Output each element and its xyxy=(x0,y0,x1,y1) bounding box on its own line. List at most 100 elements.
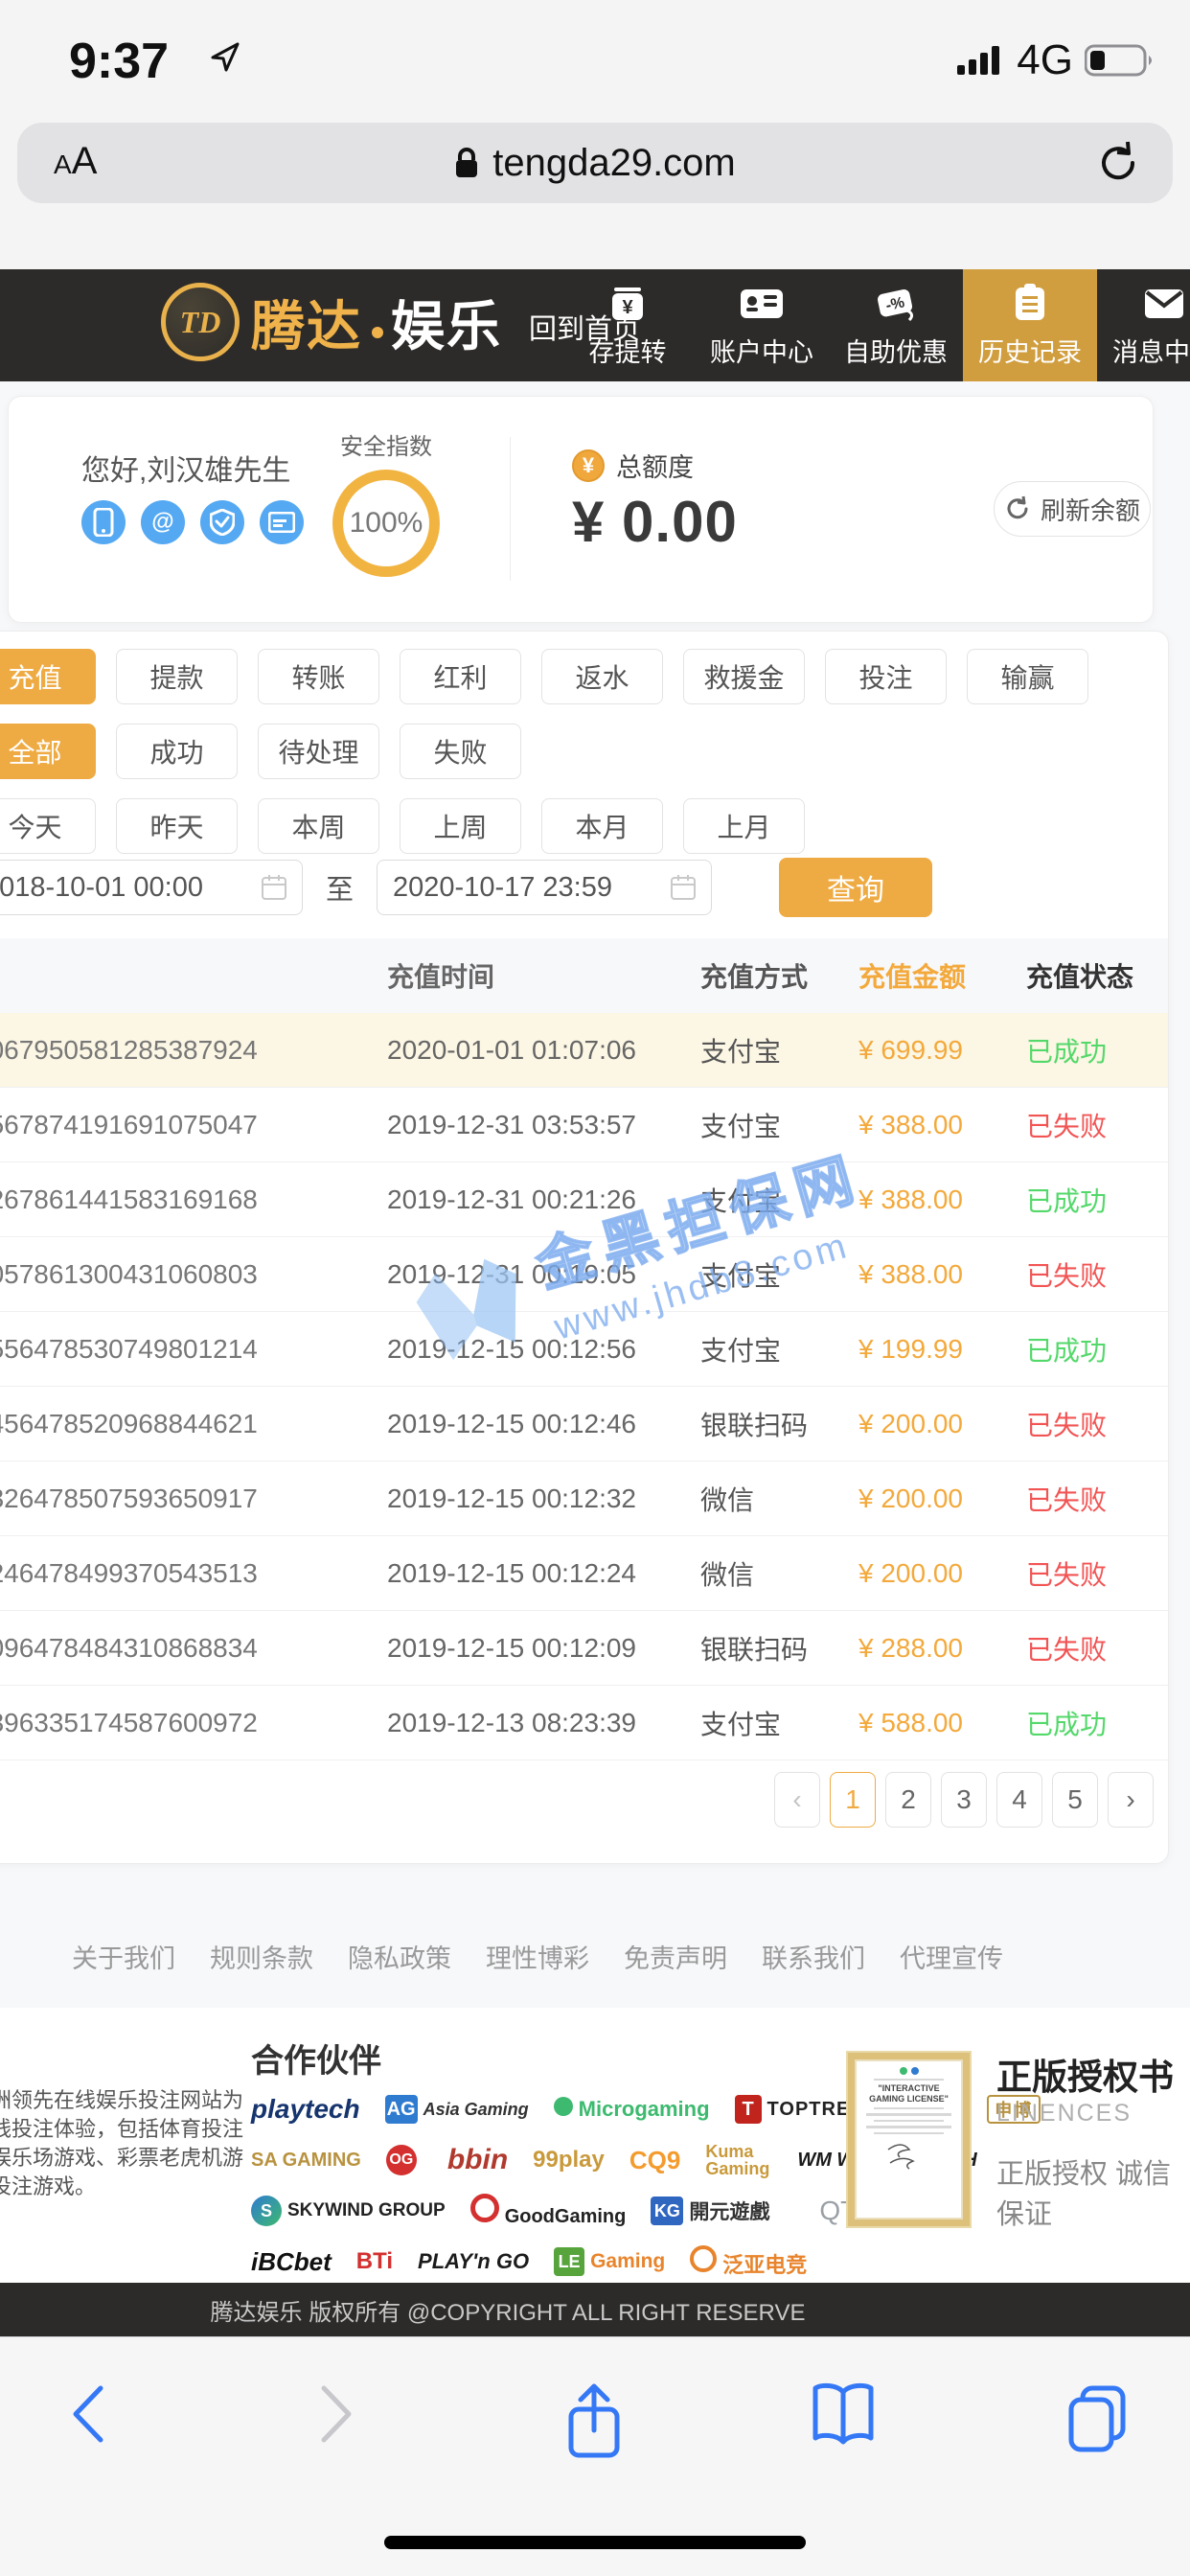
filter-date-this-week[interactable]: 本周 xyxy=(258,798,379,854)
back-button[interactable] xyxy=(64,2380,114,2448)
status-badge: 已失败 xyxy=(1026,1480,1169,1518)
about-text: 洲领先在线娱乐投注网站为 线投注体验，包括体育投注 娱乐场游戏、彩票老虎机游 投… xyxy=(0,2086,243,2201)
tabs-button[interactable] xyxy=(1062,2380,1133,2453)
refresh-balance-button[interactable]: 刷新余额 xyxy=(994,481,1151,537)
partner-logo-99play: 99play xyxy=(533,2147,605,2174)
history-record-icon xyxy=(1011,282,1049,324)
partner-logo-bbin: bbin xyxy=(447,2144,508,2176)
copyright-bar: 腾达娱乐 版权所有 @COPYRIGHT ALL RIGHT RESERVE xyxy=(0,2283,1190,2336)
partner-logo-og: OG xyxy=(386,2145,423,2175)
filter-type-transfer[interactable]: 转账 xyxy=(258,649,379,704)
search-button[interactable]: 查询 xyxy=(779,858,932,917)
footer-link-disclaimer[interactable]: 免责声明 xyxy=(622,1938,729,1975)
footer-link-rules[interactable]: 规则条款 xyxy=(208,1938,315,1975)
table-row: 3567874191691075047 2019-12-31 03:53:57 … xyxy=(0,1088,1169,1162)
filter-date-last-week[interactable]: 上周 xyxy=(400,798,521,854)
partner-logo-ibcbet: iBCbet xyxy=(251,2247,332,2277)
col-method: 充值方式 xyxy=(700,956,858,995)
partner-logo-bti: BTi xyxy=(356,2248,393,2275)
email-verified-icon[interactable]: @ xyxy=(141,500,185,544)
bank-card-icon[interactable] xyxy=(260,500,304,544)
col-time: 充值时间 xyxy=(387,956,700,995)
location-arrow-icon xyxy=(209,40,241,78)
start-date-input[interactable]: 2018-10-01 00:00 xyxy=(0,860,303,915)
pagination: ‹ 1 2 3 4 5 › xyxy=(774,1772,1154,1828)
order-number: 3567874191691075047 xyxy=(0,1110,387,1140)
address-bar[interactable]: AA tengda29.com xyxy=(17,123,1173,203)
filter-type-rescue[interactable]: 救援金 xyxy=(683,649,805,704)
filter-date-yesterday[interactable]: 昨天 xyxy=(116,798,238,854)
table-body: 7067950581285387924 2020-01-01 01:07:06 … xyxy=(0,1013,1169,1760)
status-badge: 已成功 xyxy=(1026,1031,1169,1070)
filter-type-recharge[interactable]: 充值 xyxy=(0,649,96,704)
reload-button[interactable] xyxy=(1098,140,1140,191)
date-range-row: 2018-10-01 00:00 至 2020-10-17 23:59 查询 xyxy=(0,858,932,917)
order-number: 2456478520968844621 xyxy=(0,1409,387,1439)
header-nav: ¥ 存提转 账户中心 -% 自助优惠 历史记录 消息中心 xyxy=(561,269,1190,381)
page-button-2[interactable]: 2 xyxy=(885,1772,931,1828)
col-status: 充值状态 xyxy=(1026,956,1169,995)
filter-type-rebate[interactable]: 返水 xyxy=(541,649,663,704)
page-button-5[interactable]: 5 xyxy=(1052,1772,1098,1828)
table-row: 9057861300431060803 2019-12-31 00:19:05 … xyxy=(0,1237,1169,1312)
filter-date-this-month[interactable]: 本月 xyxy=(541,798,663,854)
filter-type-winloss[interactable]: 输赢 xyxy=(967,649,1088,704)
iphone-safari-screen: 9:37 4G AA tengda29.com TD 腾达 xyxy=(0,0,1190,2576)
page-button-1[interactable]: 1 xyxy=(830,1772,876,1828)
bookmarks-button[interactable] xyxy=(808,2380,879,2450)
partner-logo-grid: playtech AGAsia Gaming Microgaming TTOPT… xyxy=(251,2090,807,2293)
filter-status-pending[interactable]: 待处理 xyxy=(258,724,379,779)
page-next-button[interactable]: › xyxy=(1108,1772,1154,1828)
forward-button[interactable] xyxy=(310,2380,360,2448)
filter-status-success[interactable]: 成功 xyxy=(116,724,238,779)
home-indicator[interactable] xyxy=(384,2536,806,2549)
nav-item-promotions[interactable]: -% 自助优惠 xyxy=(829,269,963,381)
footer-link-privacy[interactable]: 隐私政策 xyxy=(346,1938,453,1975)
history-card: 充值 提款 转账 红利 返水 救援金 投注 输赢 全部 成功 待处理 失败 今天… xyxy=(0,631,1169,1864)
footer-link-about[interactable]: 关于我们 xyxy=(70,1938,177,1975)
filter-date-last-month[interactable]: 上月 xyxy=(683,798,805,854)
nav-item-account-center[interactable]: 账户中心 xyxy=(695,269,829,381)
footer-link-agent[interactable]: 代理宣传 xyxy=(898,1938,1005,1975)
license-note: 正版授权 诚信保证 xyxy=(996,2151,1190,2232)
verification-icons: @ xyxy=(81,500,304,544)
partner-logo-asia-gaming: AGAsia Gaming xyxy=(385,2095,529,2124)
order-number: 9057861300431060803 xyxy=(0,1259,387,1290)
license-subtitle: LINENCES xyxy=(996,2100,1132,2128)
table-row: 2096478484310868834 2019-12-15 00:12:09 … xyxy=(0,1611,1169,1686)
nav-item-deposit[interactable]: ¥ 存提转 xyxy=(561,269,695,381)
footer-link-responsible[interactable]: 理性博彩 xyxy=(484,1938,591,1975)
table-row: 7067950581285387924 2020-01-01 01:07:06 … xyxy=(0,1013,1169,1088)
page-prev-button[interactable]: ‹ xyxy=(774,1772,820,1828)
signal-icon xyxy=(957,44,1005,77)
filter-date-today[interactable]: 今天 xyxy=(0,798,96,854)
signature-lines xyxy=(881,2140,938,2173)
filter-type-withdraw[interactable]: 提款 xyxy=(116,649,238,704)
certificate-title: "INTERACTIVEGAMING LICENSE" xyxy=(860,2083,957,2104)
page-button-4[interactable]: 4 xyxy=(996,1772,1042,1828)
security-verified-icon[interactable] xyxy=(200,500,244,544)
status-badge: 已成功 xyxy=(1026,1181,1169,1219)
footer-link-contact[interactable]: 联系我们 xyxy=(760,1938,867,1975)
page-button-3[interactable]: 3 xyxy=(941,1772,987,1828)
brand-name-gold: 腾达 xyxy=(251,284,362,361)
nav-item-history[interactable]: 历史记录 xyxy=(963,269,1097,381)
nav-item-messages[interactable]: 消息中心 xyxy=(1097,269,1190,381)
status-badge: 已失败 xyxy=(1026,1106,1169,1144)
brand-dot-icon xyxy=(372,327,383,338)
clock: 9:37 xyxy=(69,33,169,90)
filter-status-failed[interactable]: 失败 xyxy=(400,724,521,779)
share-button[interactable] xyxy=(561,2380,627,2463)
type-filter-row: 充值 提款 转账 红利 返水 救援金 投注 输赢 xyxy=(0,649,1088,704)
security-index-gauge: 100% xyxy=(332,470,440,577)
filter-status-all[interactable]: 全部 xyxy=(0,724,96,779)
filter-type-bonus[interactable]: 红利 xyxy=(400,649,521,704)
phone-verified-icon[interactable] xyxy=(81,500,126,544)
end-date-input[interactable]: 2020-10-17 23:59 xyxy=(377,860,712,915)
partner-logo-kaiyuan: KG開元遊戲 xyxy=(651,2196,769,2225)
date-range-to-label: 至 xyxy=(326,867,354,908)
site-header: TD 腾达 娱乐 回到首页 ¥ 存提转 账户中心 -% 自助优惠 历史记录 xyxy=(0,269,1190,381)
discount-icon: -% xyxy=(873,282,919,324)
partner-logo-sa-gaming: SA GAMING xyxy=(251,2150,361,2172)
filter-type-bets[interactable]: 投注 xyxy=(825,649,947,704)
